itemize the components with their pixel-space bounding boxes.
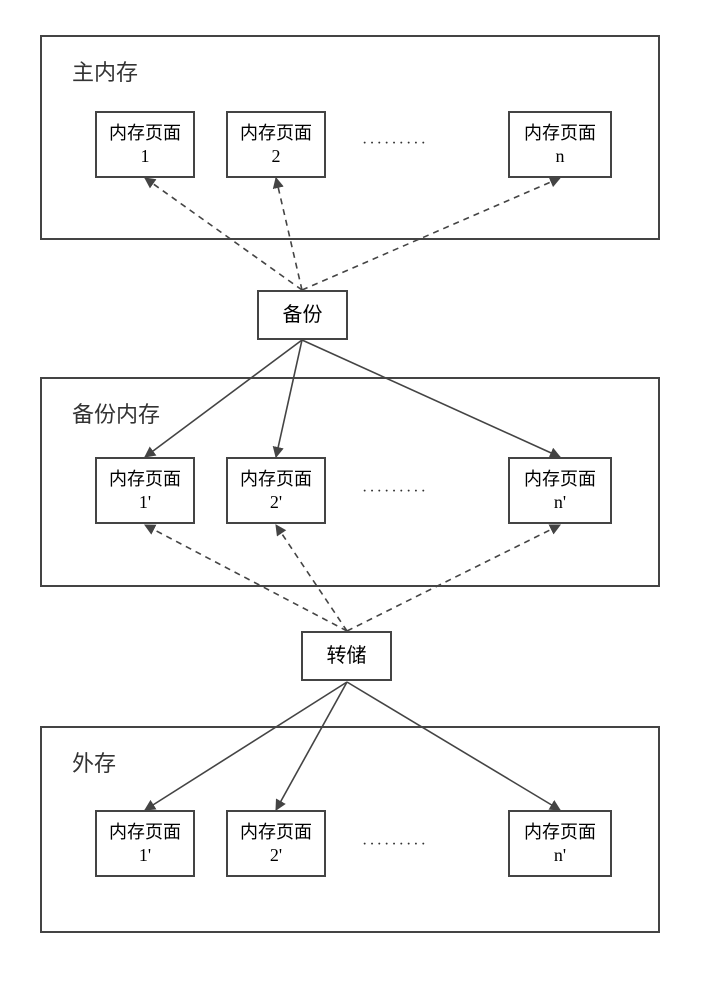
backup-ellipsis: ········· [362, 483, 428, 501]
region-backup-title: 备份内存 [72, 397, 160, 429]
region-external-title: 外存 [72, 746, 116, 778]
dump-operation: 转储 [301, 631, 392, 681]
external-page-1: 内存页面 1' [95, 810, 195, 877]
region-main-title: 主内存 [72, 55, 138, 87]
backup-page-1: 内存页面 1' [95, 457, 195, 524]
main-page-n: 内存页面 n [508, 111, 612, 178]
external-page-2: 内存页面 2' [226, 810, 326, 877]
external-ellipsis: ········· [362, 836, 428, 854]
main-ellipsis: ········· [362, 135, 428, 153]
main-page-1: 内存页面 1 [95, 111, 195, 178]
backup-operation: 备份 [257, 290, 348, 340]
external-page-n: 内存页面 n' [508, 810, 612, 877]
backup-page-2: 内存页面 2' [226, 457, 326, 524]
diagram-canvas: 主内存 内存页面 1 内存页面 2 ········· 内存页面 n 备份 备份… [0, 0, 723, 1000]
backup-page-n: 内存页面 n' [508, 457, 612, 524]
main-page-2: 内存页面 2 [226, 111, 326, 178]
